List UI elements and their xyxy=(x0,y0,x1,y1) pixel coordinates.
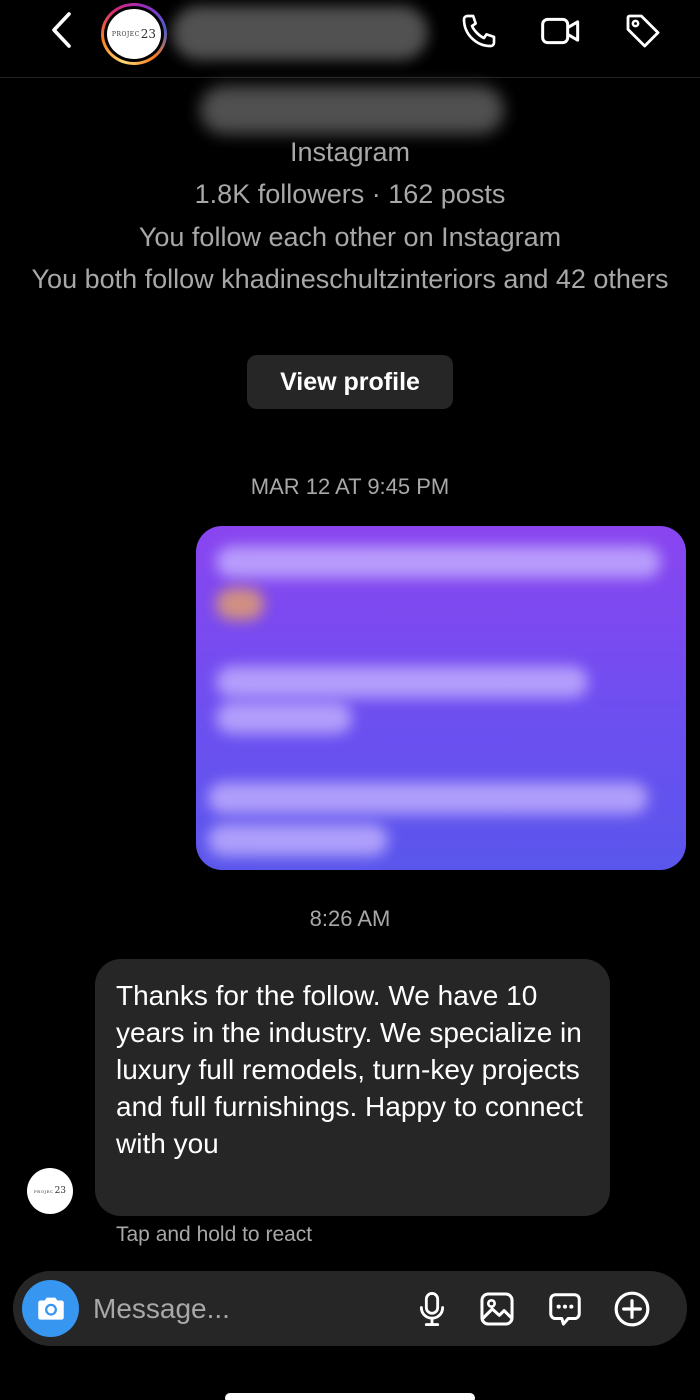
thread-timestamp: MAR 12 AT 9:45 PM xyxy=(250,474,450,499)
avatar-logo: PROJEC 23 xyxy=(107,9,161,59)
tag-icon xyxy=(626,14,660,48)
message-composer xyxy=(13,1271,687,1346)
chat-header: PROJEC 23 xyxy=(0,0,700,78)
call-button[interactable] xyxy=(456,8,502,54)
home-indicator xyxy=(225,1393,475,1400)
sender-avatar[interactable]: PROJEC 23 xyxy=(27,1168,73,1214)
gallery-button[interactable] xyxy=(476,1288,518,1330)
image-icon xyxy=(480,1292,514,1326)
camera-icon xyxy=(37,1297,64,1320)
microphone-icon xyxy=(419,1292,445,1326)
logo-number: 23 xyxy=(140,27,157,41)
blurred-text xyxy=(208,782,648,814)
label-button[interactable] xyxy=(620,8,666,54)
voice-message-button[interactable] xyxy=(411,1288,453,1330)
incoming-message-bubble[interactable]: Thanks for the follow. We have 10 years … xyxy=(95,959,610,1216)
blurred-emoji xyxy=(216,588,264,620)
both-follow-text: You both follow khadineschultzinteriors … xyxy=(31,264,669,294)
chevron-left-icon xyxy=(52,12,71,48)
message-input[interactable] xyxy=(93,1285,403,1333)
logo-number: 23 xyxy=(54,1186,67,1196)
plus-circle-icon xyxy=(614,1291,650,1327)
sticker-button[interactable] xyxy=(544,1288,586,1330)
more-options-button[interactable] xyxy=(611,1288,653,1330)
header-avatar[interactable]: PROJEC 23 xyxy=(101,3,169,65)
blurred-text xyxy=(216,666,588,698)
back-button[interactable] xyxy=(44,10,78,50)
camera-button[interactable] xyxy=(22,1280,79,1337)
view-profile-button[interactable]: View profile xyxy=(247,355,453,409)
blurred-text xyxy=(216,546,661,578)
video-camera-icon xyxy=(541,17,580,45)
blurred-username[interactable] xyxy=(172,6,428,60)
logo-text: PROJEC xyxy=(111,30,140,38)
profile-stats: 1.8K followers · 162 posts xyxy=(194,179,506,209)
thread-timestamp: 8:26 AM xyxy=(309,906,391,931)
mutual-follow-text: You follow each other on Instagram xyxy=(138,222,562,252)
video-call-button[interactable] xyxy=(538,8,584,54)
platform-label: Instagram xyxy=(289,137,411,167)
logo-text: PROJEC xyxy=(33,1188,54,1194)
outgoing-message-bubble[interactable] xyxy=(196,526,686,870)
react-hint: Tap and hold to react xyxy=(116,1223,313,1246)
blurred-handle xyxy=(200,86,504,134)
blurred-text xyxy=(208,824,388,856)
chat-bubble-dots-icon xyxy=(549,1293,581,1326)
phone-icon xyxy=(462,14,496,48)
blurred-text xyxy=(216,702,352,734)
